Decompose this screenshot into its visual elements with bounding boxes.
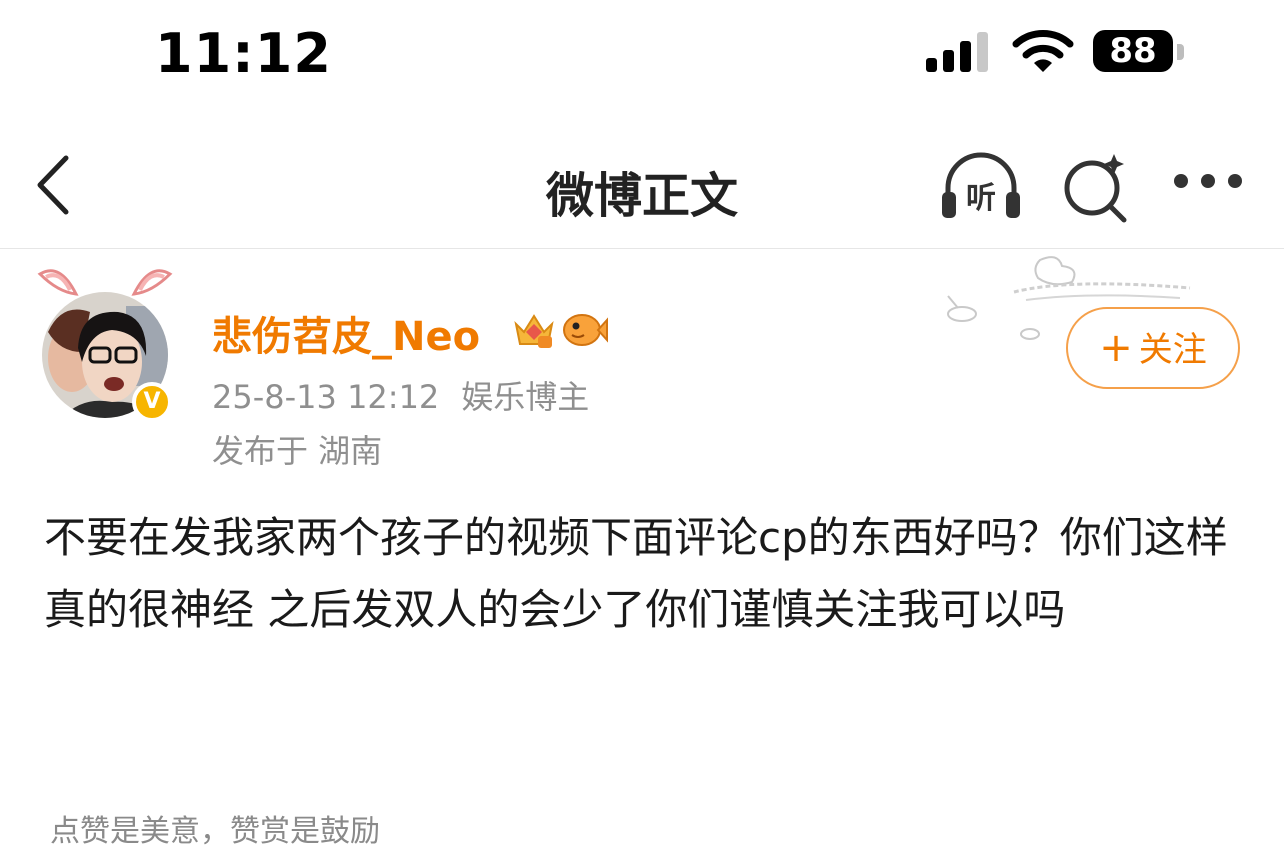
- post-meta: 25-8-13 12:12 娱乐博主: [212, 372, 589, 418]
- more-icon[interactable]: [1172, 170, 1244, 194]
- fish-icon[interactable]: [562, 310, 608, 348]
- author-name[interactable]: 悲伤苕皮_Neo: [212, 304, 480, 362]
- listen-label: 听: [966, 181, 996, 216]
- battery-cap: [1177, 44, 1184, 60]
- wifi-icon: [1012, 30, 1074, 72]
- status-bar: 11:12 88: [0, 0, 1284, 110]
- avatar[interactable]: V: [42, 292, 172, 422]
- status-time: 11:12: [155, 22, 332, 85]
- post-date: 25-8-13 12:12: [212, 378, 440, 416]
- nav-bar: 微博正文 听: [0, 120, 1284, 249]
- follow-label: 关注: [1138, 330, 1207, 370]
- verified-badge: V: [132, 382, 172, 422]
- listen-icon: 听: [942, 152, 1020, 218]
- search-icon[interactable]: [1058, 148, 1134, 224]
- post-text: 不要在发我家两个孩子的视频下面评论cp的东西好吗？你们这样真的很神经 之后发双人…: [44, 513, 1228, 634]
- signal-icon: [926, 32, 990, 72]
- plus-icon: +: [1099, 325, 1133, 371]
- reward-hint: 点赞是美意，赞赏是鼓励: [50, 814, 380, 849]
- crown-icon[interactable]: [512, 310, 556, 350]
- author-tag: 娱乐博主: [461, 378, 590, 416]
- follow-button[interactable]: + 关注: [1066, 307, 1240, 389]
- listen-button[interactable]: 听: [938, 148, 1024, 224]
- post-location: 发布于 湖南: [212, 432, 383, 470]
- battery-icon: 88: [1093, 30, 1173, 72]
